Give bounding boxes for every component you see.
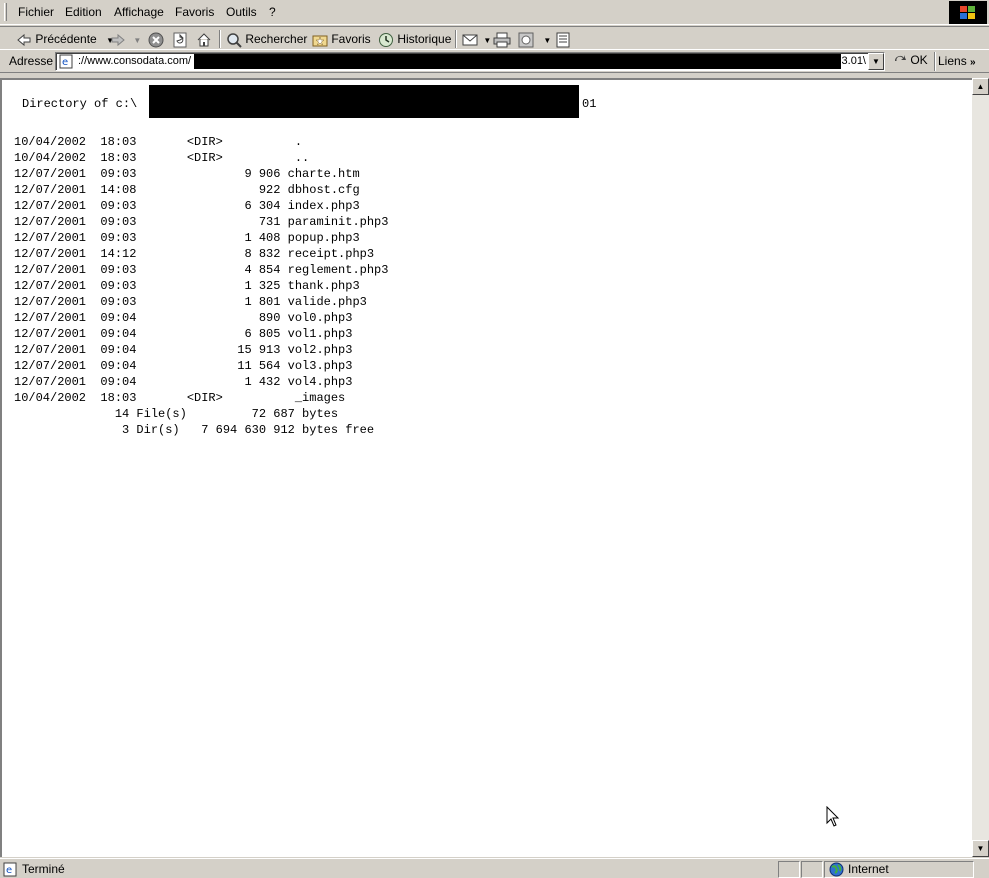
edit-dropdown-icon[interactable]: ▼ <box>543 36 551 45</box>
address-dropdown-button[interactable]: ▼ <box>868 53 884 70</box>
search-button[interactable]: Rechercher <box>226 30 307 48</box>
directory-header: Directory of c:\ <box>22 97 138 111</box>
listing-row: 12/07/2001 09:03 1 801 valide.php3 <box>14 295 367 309</box>
redacted-url-block <box>194 54 841 69</box>
menu-grip <box>4 3 7 21</box>
edit-icon <box>518 32 534 48</box>
toolbar-separator <box>219 30 221 48</box>
status-bar: e Terminé Internet <box>0 858 989 878</box>
directory-listing: 10/04/2002 18:03 <DIR> . 10/04/2002 18:03… <box>14 134 388 438</box>
listing-row: 12/07/2001 09:03 4 854 reglement.php3 <box>14 263 389 277</box>
scroll-down-button[interactable]: ▼ <box>972 840 989 857</box>
status-pane <box>778 861 800 878</box>
listing-row: 10/04/2002 18:03 <DIR> . <box>14 135 303 149</box>
history-button[interactable]: Historique <box>378 30 451 48</box>
favorites-button[interactable]: Favoris <box>312 30 371 48</box>
search-icon <box>227 33 242 48</box>
page-content: Directory of c:\ 01 10/04/2002 18:03 <DI… <box>0 78 972 857</box>
discuss-icon <box>556 32 570 48</box>
forward-button[interactable]: ▼ <box>110 30 141 48</box>
menu-bar: Fichier Edition Affichage Favoris Outils… <box>0 0 989 25</box>
home-icon <box>197 33 211 47</box>
history-button-label: Historique <box>397 32 452 46</box>
chevron-right-icon: » <box>970 57 976 68</box>
edit-button[interactable]: ▼ <box>518 30 551 48</box>
mail-icon <box>462 34 478 46</box>
vertical-scrollbar[interactable]: ▲ ▼ <box>972 78 989 857</box>
go-button[interactable]: OK <box>893 53 928 68</box>
listing-row: 12/07/2001 09:04 6 805 vol1.php3 <box>14 327 353 341</box>
back-button[interactable]: Précédente ▼ <box>16 30 114 48</box>
svg-text:e: e <box>62 57 68 68</box>
back-button-label: Précédente <box>35 32 97 46</box>
standard-toolbar: Précédente ▼ ▼ Rechercher Favoris Histor… <box>0 26 989 50</box>
menu-outils[interactable]: Outils <box>226 5 257 19</box>
listing-row: 12/07/2001 14:12 8 832 receipt.php3 <box>14 247 375 261</box>
links-separator <box>934 52 936 71</box>
toolbar-separator <box>455 30 457 48</box>
directory-header-suffix: 01 <box>582 97 597 111</box>
listing-row: 12/07/2001 09:04 11 564 vol3.php3 <box>14 359 353 373</box>
status-pane <box>801 861 823 878</box>
menu-edition[interactable]: Edition <box>65 5 102 19</box>
listing-row: 12/07/2001 09:04 1 432 vol4.php3 <box>14 375 353 389</box>
globe-icon <box>829 862 844 877</box>
listing-row: 12/07/2001 09:04 890 vol0.php3 <box>14 311 353 325</box>
listing-row: 10/04/2002 18:03 <DIR> .. <box>14 151 310 165</box>
listing-row: 12/07/2001 09:03 9 906 charte.htm <box>14 167 360 181</box>
listing-row: 12/07/2001 09:03 731 paraminit.php3 <box>14 215 389 229</box>
menu-fichier[interactable]: Fichier <box>18 5 54 19</box>
menu-help[interactable]: ? <box>269 5 276 19</box>
print-button[interactable] <box>493 30 511 48</box>
listing-row: 10/04/2002 18:03 <DIR> _images <box>14 391 346 405</box>
refresh-button[interactable] <box>172 30 188 48</box>
home-button[interactable] <box>196 30 212 48</box>
listing-summary-dirs: 3 Dir(s) 7 694 630 912 bytes free <box>14 423 375 437</box>
mouse-cursor-icon <box>826 806 840 827</box>
status-text: Terminé <box>22 862 65 876</box>
listing-row: 12/07/2001 09:03 1 325 thank.php3 <box>14 279 360 293</box>
page-status-icon: e <box>3 862 17 877</box>
forward-arrow-icon <box>111 33 125 46</box>
redacted-path-block <box>149 85 579 118</box>
listing-row: 12/07/2001 09:04 15 913 vol2.php3 <box>14 343 353 357</box>
mail-button[interactable]: ▼ <box>462 30 491 48</box>
address-bar: Adresse e ://www.consodata.com/ 13.01\ ▼… <box>0 50 989 73</box>
stop-icon <box>148 32 164 48</box>
discuss-button[interactable] <box>556 30 570 48</box>
stop-button[interactable] <box>148 30 164 48</box>
print-icon <box>493 32 511 48</box>
links-label: Liens <box>938 54 967 68</box>
listing-row: 12/07/2001 09:03 1 408 popup.php3 <box>14 231 360 245</box>
favorites-button-label: Favoris <box>331 32 371 46</box>
address-label: Adresse <box>9 54 54 68</box>
go-button-label: OK <box>910 53 928 67</box>
listing-summary-files: 14 File(s) 72 687 bytes <box>14 407 339 421</box>
links-button[interactable]: Liens » <box>938 54 976 68</box>
address-input[interactable]: e ://www.consodata.com/ 13.01\ ▼ <box>55 52 885 71</box>
security-zone-label: Internet <box>848 862 889 876</box>
menu-favoris[interactable]: Favoris <box>175 5 214 19</box>
page-icon: e <box>59 54 73 69</box>
history-icon <box>379 32 393 47</box>
listing-row: 12/07/2001 14:08 922 dbhost.cfg <box>14 183 360 197</box>
windows-logo-icon <box>949 1 987 24</box>
scroll-up-button[interactable]: ▲ <box>972 78 989 95</box>
svg-text:e: e <box>6 865 12 876</box>
forward-dropdown-icon[interactable]: ▼ <box>133 36 141 45</box>
listing-row: 12/07/2001 09:03 6 304 index.php3 <box>14 199 360 213</box>
address-url-suffix: 13.01\ <box>835 55 866 67</box>
go-arrow-icon <box>895 54 906 61</box>
refresh-icon <box>173 32 187 48</box>
search-button-label: Rechercher <box>245 32 308 46</box>
address-url-text: ://www.consodata.com/ <box>78 55 192 67</box>
favorites-icon <box>312 35 328 47</box>
back-arrow-icon <box>17 33 31 46</box>
menu-affichage[interactable]: Affichage <box>114 5 164 19</box>
mail-dropdown-icon[interactable]: ▼ <box>483 36 491 45</box>
zone-pane <box>824 861 974 878</box>
